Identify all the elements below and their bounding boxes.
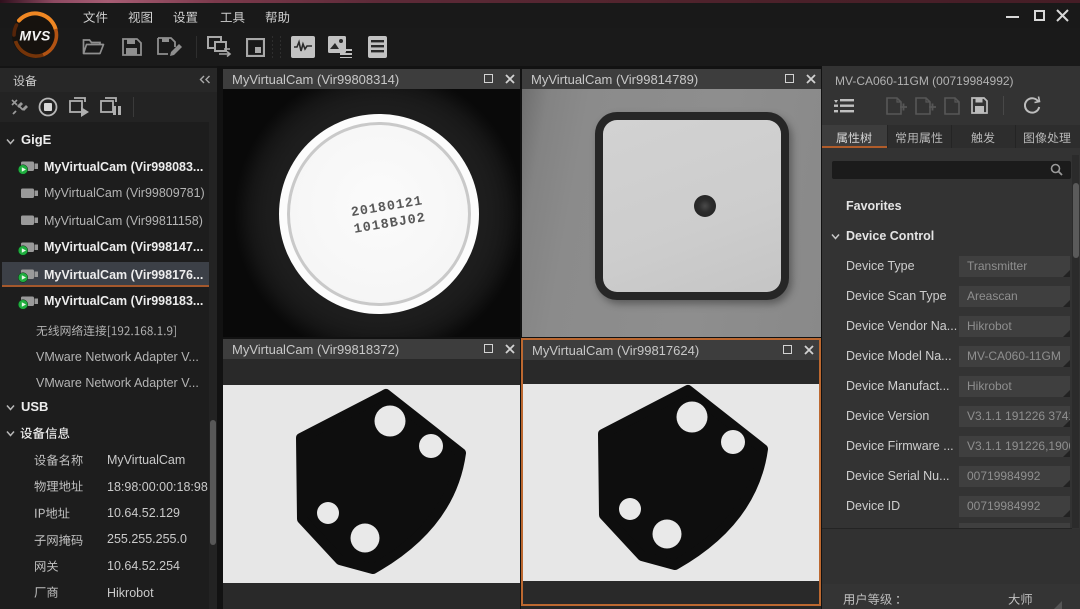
svg-text:MVS: MVS: [19, 28, 51, 44]
